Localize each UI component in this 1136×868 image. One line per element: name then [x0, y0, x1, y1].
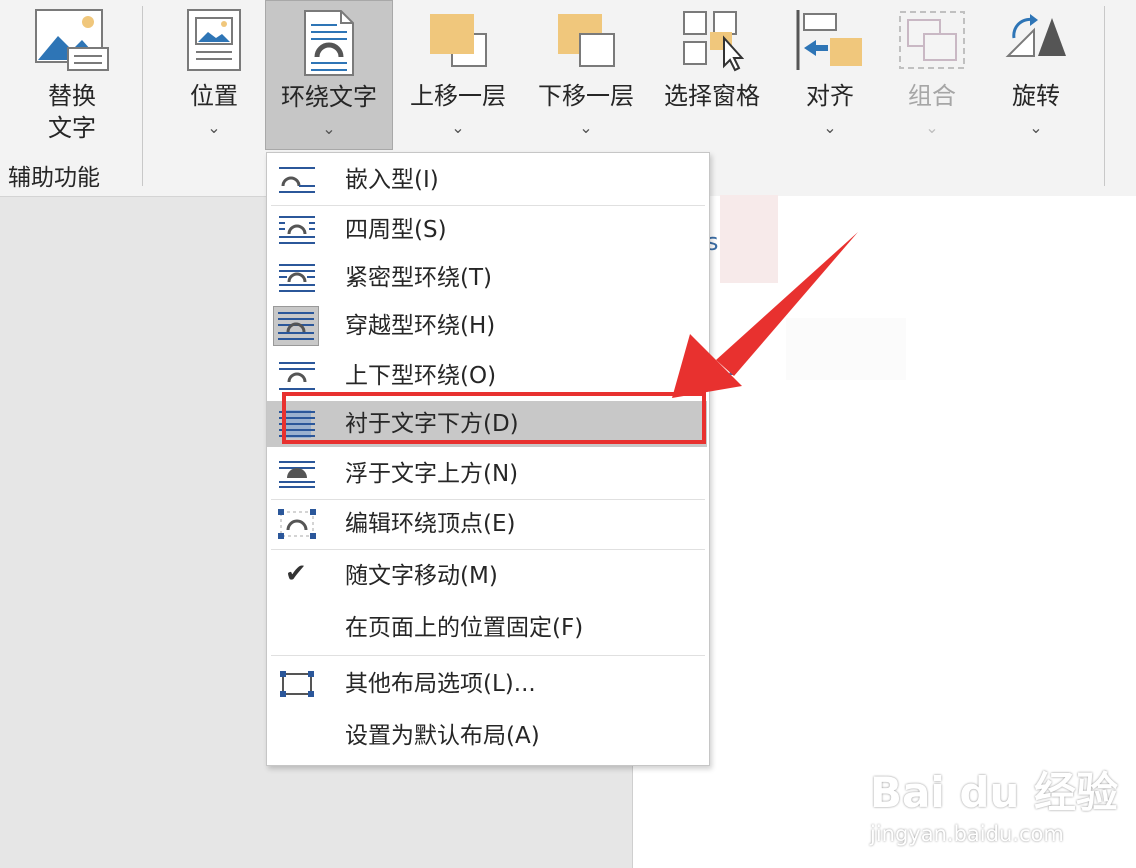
annotation-arrow: [672, 232, 858, 398]
baidu-watermark: Bai du 经验 jingyan.baidu.com: [870, 768, 1118, 847]
watermark-url: jingyan.baidu.com: [870, 822, 1064, 846]
watermark-brand: Bai du 经验: [870, 768, 1118, 817]
